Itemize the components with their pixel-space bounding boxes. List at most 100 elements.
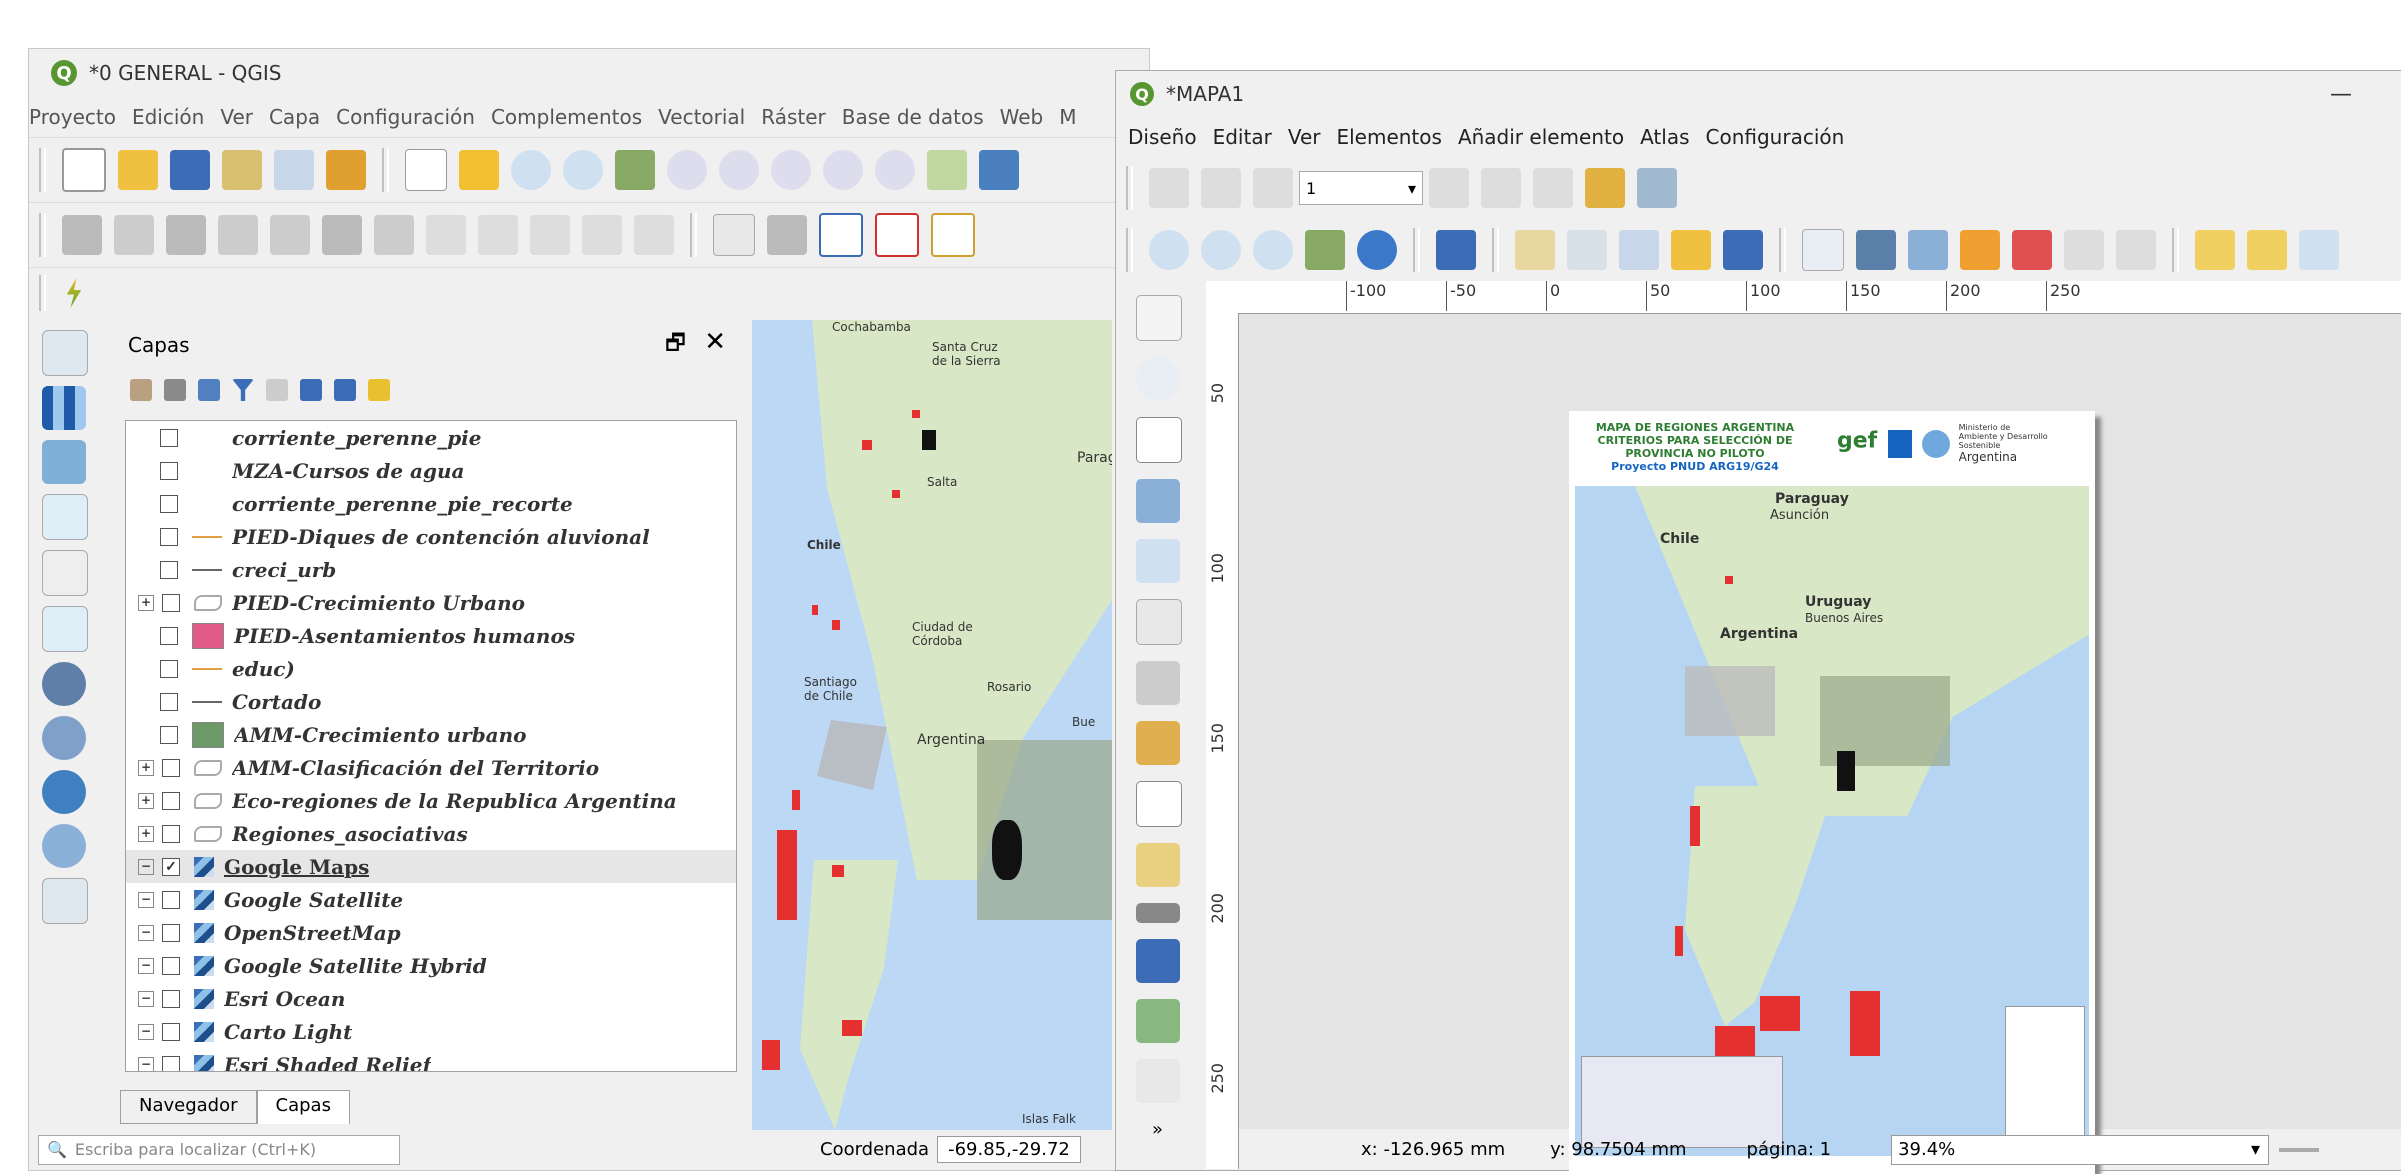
layer-row[interactable]: AMM-Crecimiento urbano [126, 718, 736, 751]
add-postgis-icon[interactable] [42, 662, 86, 706]
save-project-icon[interactable] [170, 150, 210, 190]
layer-visibility-checkbox[interactable] [162, 923, 180, 942]
coordinate-value[interactable]: -69.85,-29.72 [937, 1136, 1081, 1163]
atlas-print-icon[interactable] [1533, 168, 1573, 208]
zoom-last-icon[interactable] [823, 150, 863, 190]
zoom-out-icon[interactable] [1201, 230, 1241, 270]
atlas-settings-icon[interactable] [1637, 168, 1677, 208]
menu-item[interactable]: Capa [269, 105, 320, 129]
layer-row[interactable]: − Esri Shaded Relief [126, 1048, 736, 1071]
menu-item[interactable]: Ver [220, 105, 253, 129]
layer-visibility-checkbox[interactable] [160, 527, 178, 546]
layer-visibility-checkbox[interactable] [162, 791, 180, 810]
open-template-icon[interactable] [1671, 230, 1711, 270]
new-bookmark-icon[interactable] [927, 150, 967, 190]
layer-row[interactable]: creci_urb [126, 553, 736, 586]
expand-toggle-icon[interactable]: − [138, 1023, 154, 1040]
add-delimited-text-icon[interactable] [42, 494, 88, 540]
style-manager-icon[interactable] [326, 150, 366, 190]
collapse-all-icon[interactable] [334, 379, 356, 401]
show-bookmarks-icon[interactable] [979, 150, 1019, 190]
unlock-items-icon[interactable] [2247, 230, 2287, 270]
composer-menu-item[interactable]: Añadir elemento [1458, 125, 1624, 149]
open-project-icon[interactable] [118, 150, 158, 190]
layer-visibility-checkbox[interactable] [160, 494, 178, 513]
layer-row[interactable]: − Google Satellite [126, 883, 736, 916]
new-project-icon[interactable] [62, 148, 106, 192]
new-layout-icon[interactable] [222, 150, 262, 190]
menu-item[interactable]: Base de datos [842, 105, 984, 129]
add-wcs-icon[interactable] [42, 824, 86, 868]
new-shapefile-icon[interactable] [42, 878, 88, 924]
layer-visibility-checkbox[interactable] [162, 593, 180, 612]
layer-visibility-checkbox[interactable] [162, 956, 180, 975]
composer-menu-item[interactable]: Editar [1213, 125, 1272, 149]
copy-features-icon[interactable] [478, 215, 518, 255]
add-legend-icon[interactable] [1136, 843, 1180, 887]
menu-item[interactable]: Configuración [336, 105, 475, 129]
expand-toggle-icon[interactable]: + [138, 792, 154, 809]
zoom-out-icon[interactable] [563, 150, 603, 190]
pan-to-selection-icon[interactable] [459, 150, 499, 190]
layout-manager-icon[interactable] [1619, 230, 1659, 270]
zoom-selection-icon[interactable] [667, 150, 707, 190]
layer-row[interactable]: + Regiones_asociativas [126, 817, 736, 850]
expand-toggle-icon[interactable]: − [138, 924, 154, 941]
undo-icon[interactable] [2064, 230, 2104, 270]
export-pdf-icon[interactable] [2012, 230, 2052, 270]
add-raster-layer-icon[interactable] [42, 386, 86, 430]
zoom-in-icon[interactable] [1149, 230, 1189, 270]
menu-item[interactable]: Ráster [761, 105, 826, 129]
edits-icon[interactable] [62, 215, 102, 255]
zoom-select[interactable]: 39.4% ▾ [1891, 1134, 2270, 1165]
add-wms-icon[interactable] [42, 716, 86, 760]
atlas-preview-icon[interactable] [1149, 168, 1189, 208]
pan-icon[interactable] [405, 149, 447, 191]
edit-nodes-icon[interactable] [1136, 539, 1180, 583]
zoom-full-icon[interactable] [615, 150, 655, 190]
composer-menu-item[interactable]: Atlas [1640, 125, 1689, 149]
menu-item[interactable]: Complementos [491, 105, 642, 129]
locator-search[interactable]: 🔍 Escriba para localizar (Ctrl+K) [38, 1134, 400, 1165]
layer-visibility-checkbox[interactable] [162, 1022, 180, 1041]
zoom-actual-icon[interactable] [1253, 230, 1293, 270]
move-content-icon[interactable] [1136, 479, 1180, 523]
layer-row[interactable]: + Eco-regiones de la Republica Argentina [126, 784, 736, 817]
export-image-icon[interactable] [1908, 230, 1948, 270]
layout-manager-icon[interactable] [274, 150, 314, 190]
layer-visibility-checkbox[interactable] [162, 758, 180, 777]
layer-row[interactable]: + PIED-Crecimiento Urbano [126, 586, 736, 619]
export-svg-icon[interactable] [1960, 230, 2000, 270]
expand-toggle-icon[interactable]: − [138, 891, 154, 908]
layer-row[interactable]: Cortado [126, 685, 736, 718]
add-mesh-layer-icon[interactable] [42, 440, 86, 484]
add-feature-icon[interactable] [218, 215, 258, 255]
layer-row[interactable]: PIED-Diques de contención aluvional [126, 520, 736, 553]
style-icon[interactable] [130, 379, 152, 401]
add-north-arrow-icon[interactable] [1136, 939, 1180, 983]
expand-toggle-icon[interactable]: − [138, 990, 154, 1007]
layer-visibility-checkbox[interactable] [162, 989, 180, 1008]
expand-toggle-icon[interactable]: + [138, 594, 154, 611]
undock-icon[interactable]: 🗗 [665, 331, 686, 356]
expand-toggle-icon[interactable]: + [138, 825, 154, 842]
layer-row[interactable]: − Carto Light [126, 1015, 736, 1048]
layer-visibility-checkbox[interactable] [162, 890, 180, 909]
select-tool-icon[interactable] [1136, 417, 1182, 463]
menu-item[interactable]: M [1059, 105, 1076, 129]
layer-row[interactable]: − Google Satellite Hybrid [126, 949, 736, 982]
expand-toggle-icon[interactable]: − [138, 1056, 154, 1071]
redo-icon[interactable] [634, 215, 674, 255]
composer-menu-item[interactable]: Diseño [1128, 125, 1197, 149]
add-3d-map-icon[interactable] [1136, 661, 1180, 705]
layer-visibility-checkbox[interactable] [160, 461, 178, 480]
undo-icon[interactable] [582, 215, 622, 255]
minimize-button[interactable]: — [2330, 82, 2352, 107]
pan-tool-icon[interactable] [1136, 295, 1182, 341]
expand-all-icon[interactable] [300, 379, 322, 401]
filter-icon[interactable] [232, 379, 254, 401]
layer-row[interactable]: − Esri Ocean [126, 982, 736, 1015]
redo-icon[interactable] [2116, 230, 2156, 270]
toggle-edit-icon[interactable] [114, 215, 154, 255]
duplicate-layout-icon[interactable] [1567, 230, 1607, 270]
